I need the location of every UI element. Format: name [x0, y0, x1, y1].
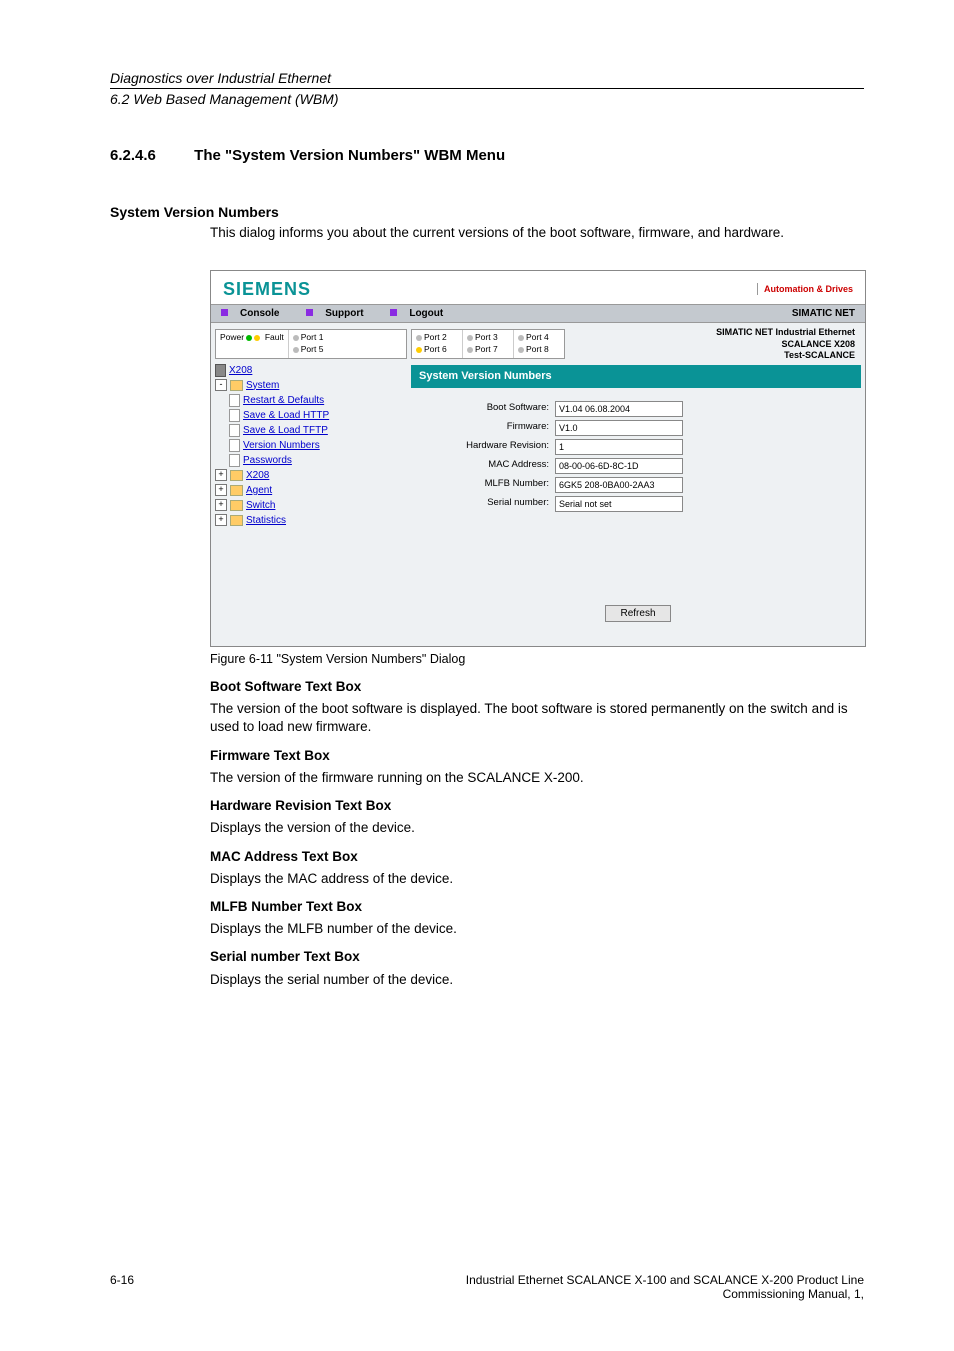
plus-icon: +	[215, 499, 227, 511]
fw-text: The version of the firmware running on t…	[210, 769, 864, 787]
section-title: The "System Version Numbers" WBM Menu	[194, 147, 505, 164]
led-icon	[467, 335, 473, 341]
boot-value: V1.04 06.08.2004	[555, 401, 683, 417]
led-icon	[467, 347, 473, 353]
led-icon	[518, 335, 524, 341]
led-icon	[293, 335, 299, 341]
led-icon	[416, 335, 422, 341]
tree-ver[interactable]: Version Numbers	[229, 438, 411, 453]
topbar-left: Console Support Logout	[221, 307, 467, 321]
file-icon	[229, 409, 240, 422]
form-area: Boot Software:V1.04 06.08.2004 Firmware:…	[411, 388, 865, 647]
file-icon	[229, 454, 240, 467]
tagline: Automation & Drives	[757, 283, 853, 295]
tree-agent[interactable]: +Agent	[215, 483, 411, 498]
square-icon	[306, 309, 313, 316]
serial-heading: Serial number Text Box	[210, 948, 864, 966]
mac-label: MAC Address:	[419, 459, 555, 472]
minus-icon: -	[215, 379, 227, 391]
plus-icon: +	[215, 484, 227, 496]
mlfb-value: 6GK5 208-0BA00-2AA3	[555, 477, 683, 493]
folder-icon	[230, 515, 243, 526]
tree-stats[interactable]: +Statistics	[215, 513, 411, 528]
device-label: SIMATIC NET Industrial Ethernet SCALANCE…	[569, 323, 865, 363]
mlfb-heading: MLFB Number Text Box	[210, 898, 864, 916]
file-icon	[229, 424, 240, 437]
tree-switch[interactable]: +Switch	[215, 498, 411, 513]
siemens-logo: SIEMENS	[223, 277, 311, 301]
led-icon	[293, 347, 299, 353]
fw-value: V1.0	[555, 420, 683, 436]
nav-tree: X208 -System Restart & Defaults Save & L…	[215, 363, 411, 528]
mlfb-text: Displays the MLFB number of the device.	[210, 920, 864, 938]
square-icon	[221, 309, 228, 316]
led-icon	[416, 347, 422, 353]
page-footer: 6-16 Industrial Ethernet SCALANCE X-100 …	[110, 1273, 864, 1301]
wbm-screenshot: SIEMENS Automation & Drives Console Supp…	[210, 270, 866, 647]
refresh-button[interactable]: Refresh	[605, 605, 670, 623]
led-green-icon	[246, 335, 252, 341]
serial-text: Displays the serial number of the device…	[210, 971, 864, 989]
mac-text: Displays the MAC address of the device.	[210, 870, 864, 888]
port-cell-1-5: Port 1 Port 5	[289, 330, 339, 358]
power-fault-cell: Power Fault	[216, 330, 289, 358]
figure-caption: Figure 6-11 "System Version Numbers" Dia…	[210, 651, 864, 668]
rack-icon	[215, 364, 226, 377]
header-rule	[110, 88, 864, 89]
section-heading: 6.2.4.6 The "System Version Numbers" WBM…	[110, 147, 864, 164]
mac-value: 08-00-06-6D-8C-1D	[555, 458, 683, 474]
topbar-right: SIMATIC NET	[792, 307, 855, 321]
header-subtitle: 6.2 Web Based Management (WBM)	[110, 91, 864, 107]
topbar-support[interactable]: Support	[306, 308, 375, 319]
section-number: 6.2.4.6	[110, 147, 190, 164]
tree-system[interactable]: -System	[215, 378, 411, 393]
topbar-console[interactable]: Console	[221, 308, 291, 319]
square-icon	[390, 309, 397, 316]
tree-root-node[interactable]: X208	[215, 363, 411, 378]
hw-label: Hardware Revision:	[419, 440, 555, 453]
port-box: Power Fault Port 1 Port 5	[215, 329, 407, 359]
serial-value: Serial not set	[555, 496, 683, 512]
folder-icon	[230, 500, 243, 511]
led-icon	[518, 347, 524, 353]
page-header: Diagnostics over Industrial Ethernet 6.2…	[110, 70, 864, 107]
hw-text: Displays the version of the device.	[210, 819, 864, 837]
fw-heading: Firmware Text Box	[210, 747, 864, 765]
serial-label: Serial number:	[419, 497, 555, 510]
topbar-logout[interactable]: Logout	[390, 308, 455, 319]
panel-title: System Version Numbers	[411, 365, 861, 388]
page-number: 6-16	[110, 1273, 134, 1287]
fw-label: Firmware:	[419, 421, 555, 434]
footer-line1: Industrial Ethernet SCALANCE X-100 and S…	[110, 1273, 864, 1287]
footer-line2: Commissioning Manual, 1,	[110, 1287, 864, 1301]
folder-icon	[230, 485, 243, 496]
plus-icon: +	[215, 514, 227, 526]
file-icon	[229, 394, 240, 407]
boot-heading: Boot Software Text Box	[210, 678, 864, 696]
folder-icon	[230, 470, 243, 481]
mac-heading: MAC Address Text Box	[210, 848, 864, 866]
boot-text: The version of the boot software is disp…	[210, 700, 864, 736]
sysver-heading: System Version Numbers	[110, 204, 864, 220]
tree-tftp[interactable]: Save & Load TFTP	[229, 423, 411, 438]
tree-pwd[interactable]: Passwords	[229, 453, 411, 468]
tree-http[interactable]: Save & Load HTTP	[229, 408, 411, 423]
header-title: Diagnostics over Industrial Ethernet	[110, 70, 864, 86]
mlfb-label: MLFB Number:	[419, 478, 555, 491]
hw-value: 1	[555, 439, 683, 455]
boot-label: Boot Software:	[419, 402, 555, 415]
tree-x208[interactable]: +X208	[215, 468, 411, 483]
port-box-right: Port 2Port 6 Port 3Port 7 Port 4Port 8	[411, 329, 565, 359]
hw-heading: Hardware Revision Text Box	[210, 797, 864, 815]
tree-restart[interactable]: Restart & Defaults	[229, 393, 411, 408]
folder-icon	[230, 380, 243, 391]
sysver-intro: This dialog informs you about the curren…	[210, 224, 864, 242]
led-yellow-icon	[254, 335, 260, 341]
file-icon	[229, 439, 240, 452]
plus-icon: +	[215, 469, 227, 481]
